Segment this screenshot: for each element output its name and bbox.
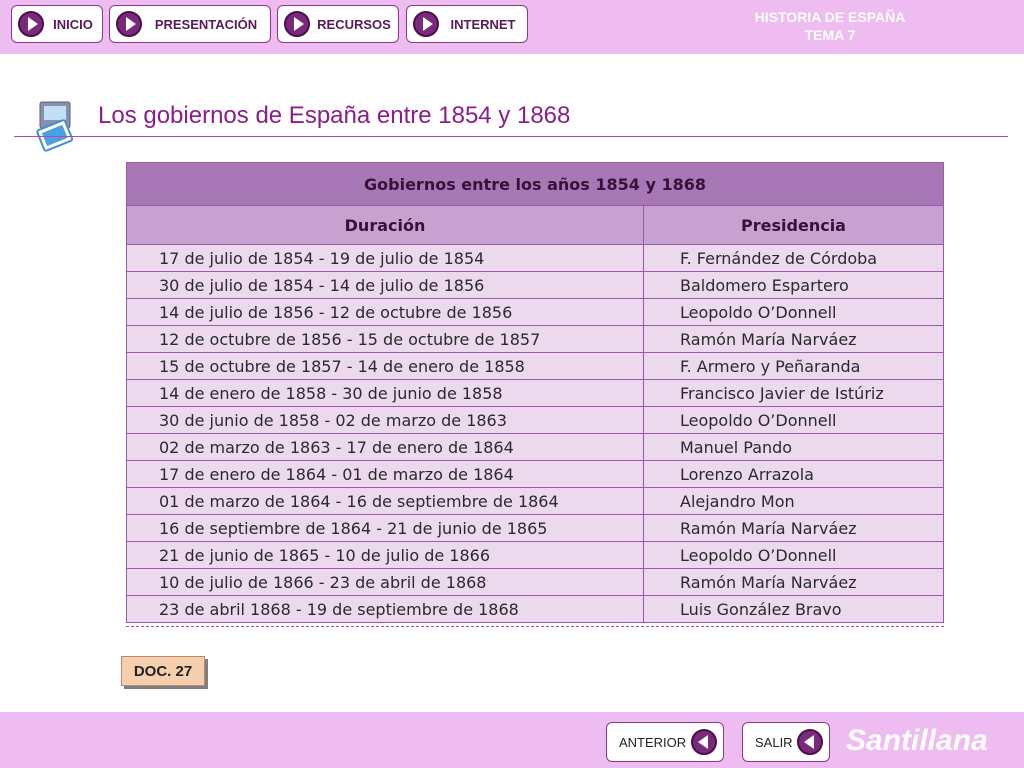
president-cell: Lorenzo Arrazola: [643, 460, 944, 488]
president-cell: Ramón María Narváez: [643, 568, 944, 596]
table-row: 01 de marzo de 1864 - 16 de septiembre d…: [126, 487, 944, 515]
slides-icon: [36, 101, 74, 152]
president-cell: F. Armero y Peñaranda: [643, 352, 944, 380]
anterior-button[interactable]: ANTERIOR: [606, 722, 724, 762]
table-row: 16 de septiembre de 1864 - 21 de junio d…: [126, 514, 944, 542]
duration-cell: 17 de enero de 1864 - 01 de marzo de 186…: [126, 460, 644, 488]
duration-cell: 23 de abril 1868 - 19 de septiembre de 1…: [126, 595, 644, 623]
table-row: 30 de junio de 1858 - 02 de marzo de 186…: [126, 406, 944, 434]
table-bottom-dashed-rule: [126, 626, 944, 627]
duration-cell: 15 de octubre de 1857 - 14 de enero de 1…: [126, 352, 644, 380]
duration-cell: 21 de junio de 1865 - 10 de julio de 186…: [126, 541, 644, 569]
duration-cell: 02 de marzo de 1863 - 17 de enero de 186…: [126, 433, 644, 461]
table-row: 14 de julio de 1856 - 12 de octubre de 1…: [126, 298, 944, 326]
table-row: 21 de junio de 1865 - 10 de julio de 186…: [126, 541, 944, 569]
table-row: 15 de octubre de 1857 - 14 de enero de 1…: [126, 352, 944, 380]
duration-cell: 16 de septiembre de 1864 - 21 de junio d…: [126, 514, 644, 542]
doc-badge[interactable]: DOC. 27: [121, 656, 205, 686]
duration-cell: 14 de enero de 1858 - 30 de junio de 185…: [126, 379, 644, 407]
table-row: 23 de abril 1868 - 19 de septiembre de 1…: [126, 595, 944, 623]
duration-cell: 10 de julio de 1866 - 23 de abril de 186…: [126, 568, 644, 596]
duration-cell: 14 de julio de 1856 - 12 de octubre de 1…: [126, 298, 644, 326]
course-topic: TEMA 7: [804, 27, 856, 43]
table-row: 30 de julio de 1854 - 14 de julio de 185…: [126, 271, 944, 299]
page-title: Los gobiernos de España entre 1854 y 186…: [98, 102, 571, 129]
president-cell: Baldomero Espartero: [643, 271, 944, 299]
table-body: 17 de julio de 1854 - 19 de julio de 185…: [126, 244, 944, 623]
santillana-logo: Santillana: [846, 724, 988, 757]
back-arrow-icon: [691, 729, 717, 755]
duration-cell: 01 de marzo de 1864 - 16 de septiembre d…: [126, 487, 644, 515]
duration-cell: 30 de junio de 1858 - 02 de marzo de 186…: [126, 406, 644, 434]
table-row: 12 de octubre de 1856 - 15 de octubre de…: [126, 325, 944, 353]
president-cell: Manuel Pando: [643, 433, 944, 461]
play-arrow-icon: [116, 11, 142, 37]
duration-cell: 17 de julio de 1854 - 19 de julio de 185…: [126, 244, 644, 272]
play-arrow-icon: [413, 11, 439, 37]
course-heading: HISTORIA DE ESPAÑA TEMA 7: [720, 8, 940, 44]
president-cell: F. Fernández de Córdoba: [643, 244, 944, 272]
duration-cell: 30 de julio de 1854 - 14 de julio de 185…: [126, 271, 644, 299]
salir-button[interactable]: SALIR: [742, 722, 830, 762]
column-header-duracion: Duración: [126, 205, 644, 245]
anterior-label: ANTERIOR: [619, 734, 687, 750]
table-row: 14 de enero de 1858 - 30 de junio de 185…: [126, 379, 944, 407]
play-arrow-icon: [18, 11, 44, 37]
president-cell: Ramón María Narváez: [643, 325, 944, 353]
table-row: 02 de marzo de 1863 - 17 de enero de 186…: [126, 433, 944, 461]
table-row: 17 de enero de 1864 - 01 de marzo de 186…: [126, 460, 944, 488]
table-row: 10 de julio de 1866 - 23 de abril de 186…: [126, 568, 944, 596]
duration-cell: 12 de octubre de 1856 - 15 de octubre de…: [126, 325, 644, 353]
recursos-label: RECURSOS: [317, 16, 391, 32]
internet-label: INTERNET: [450, 16, 516, 32]
presentacion-button[interactable]: PRESENTACIÓN: [109, 5, 271, 43]
presentacion-label: PRESENTACIÓN: [154, 16, 258, 32]
president-cell: Leopoldo O’Donnell: [643, 298, 944, 326]
title-divider: [14, 136, 1008, 137]
governments-table: Gobiernos entre los años 1854 y 1868 Dur…: [126, 162, 944, 623]
president-cell: Alejandro Mon: [643, 487, 944, 515]
salir-label: SALIR: [755, 734, 793, 750]
internet-button[interactable]: INTERNET: [406, 5, 528, 43]
column-header-presidencia: Presidencia: [643, 205, 944, 245]
play-arrow-icon: [284, 11, 310, 37]
president-cell: Ramón María Narváez: [643, 514, 944, 542]
table-row: 17 de julio de 1854 - 19 de julio de 185…: [126, 244, 944, 272]
inicio-label: INICIO: [53, 16, 93, 32]
president-cell: Francisco Javier de Istúriz: [643, 379, 944, 407]
back-arrow-icon: [797, 729, 823, 755]
president-cell: Leopoldo O’Donnell: [643, 541, 944, 569]
table-caption: Gobiernos entre los años 1854 y 1868: [126, 162, 944, 206]
president-cell: Luis González Bravo: [643, 595, 944, 623]
president-cell: Leopoldo O’Donnell: [643, 406, 944, 434]
inicio-button[interactable]: INICIO: [11, 5, 103, 43]
recursos-button[interactable]: RECURSOS: [277, 5, 399, 43]
course-title: HISTORIA DE ESPAÑA: [754, 9, 906, 25]
